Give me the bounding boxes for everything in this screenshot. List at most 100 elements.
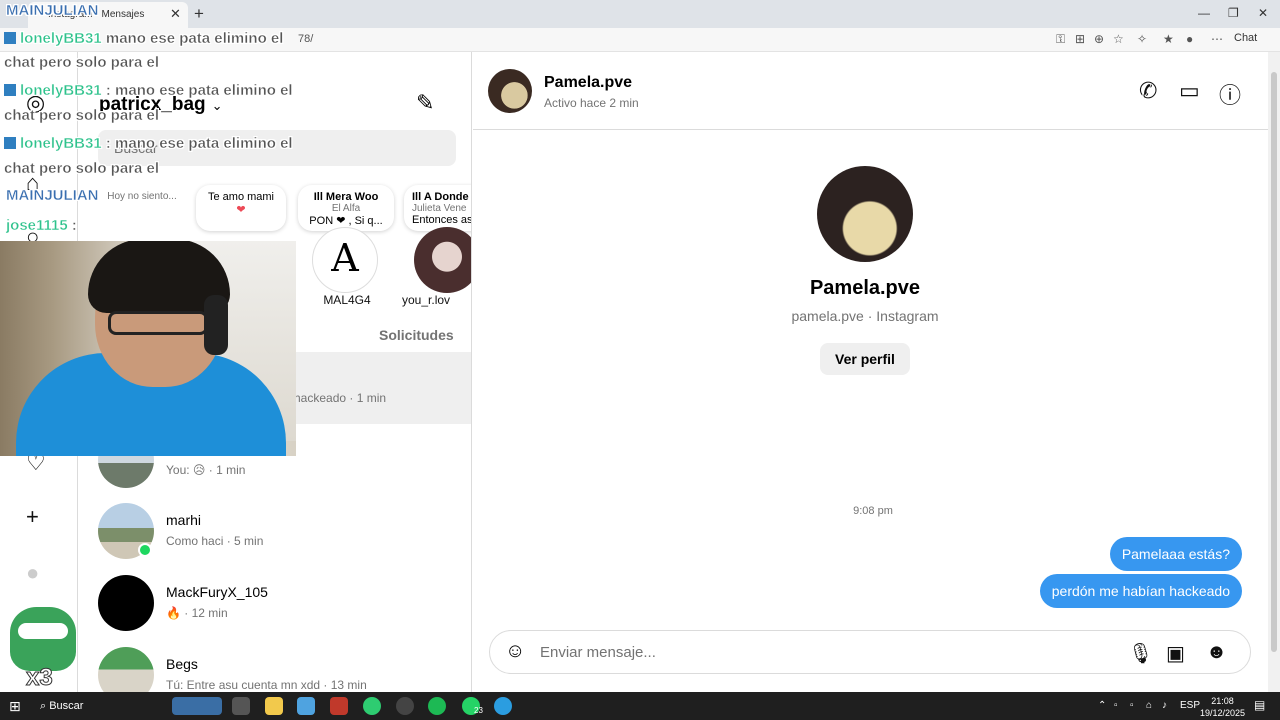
conversation-row[interactable]: marhi Como haci · 5 min xyxy=(98,503,458,567)
language-indicator[interactable]: ESP xyxy=(1180,700,1200,711)
message-timestamp: 9:08 pm xyxy=(853,505,893,517)
close-window-icon[interactable]: ✕ xyxy=(1258,6,1268,20)
note-emoji: ❤ xyxy=(236,204,246,216)
note-avatar[interactable] xyxy=(414,227,471,293)
extensions-icon[interactable]: ✧ xyxy=(1137,32,1147,46)
chevron-down-icon: ⌄ xyxy=(211,98,223,113)
apps-icon[interactable]: ⊞ xyxy=(1075,32,1085,46)
conversation-row[interactable]: Begs Tú: Entre asu cuenta mn xdd · 13 mi… xyxy=(98,647,458,692)
note-text: PON ❤ , Si q... xyxy=(309,215,383,227)
stream-chat-message: : mano ese pata elimino el xyxy=(101,135,293,152)
profile-handle: pamela.pve · Instagram xyxy=(791,308,939,324)
conversation-name: marhi xyxy=(166,512,202,528)
view-profile-button[interactable]: Ver perfil xyxy=(820,343,910,375)
sent-message[interactable]: perdón me habían hackeado xyxy=(1039,574,1242,608)
clock[interactable]: 21:08 19/12/2025 xyxy=(1200,695,1245,719)
copilot-chat-button[interactable]: Chat xyxy=(1234,32,1257,44)
url-field[interactable]: 78/ xyxy=(298,33,313,45)
conversation-row[interactable]: MackFuryX_105 🔥 · 12 min xyxy=(98,575,458,639)
scrollbar-thumb[interactable] xyxy=(1271,72,1277,652)
browser-profile-icon[interactable]: ● xyxy=(1186,32,1193,46)
create-icon[interactable]: + xyxy=(26,504,39,530)
note-text: Hoy no siento... xyxy=(107,191,177,202)
chrome-icon[interactable] xyxy=(363,697,381,715)
note-bubble[interactable]: Te amo mami ❤ xyxy=(196,185,286,231)
whatsapp-badge: 23 xyxy=(474,706,483,715)
note-bubble[interactable]: Hoy no siento... xyxy=(98,185,186,231)
conversation-preview: Como haci · 5 min xyxy=(166,534,264,548)
tab-requests[interactable]: Solicitudes xyxy=(379,327,454,343)
stream-chat-line: jose1115 : xyxy=(6,217,77,234)
minimize-icon[interactable]: — xyxy=(1198,6,1210,20)
profile-icon[interactable]: ● xyxy=(26,560,39,586)
zoom-icon[interactable]: ⊕ xyxy=(1094,32,1104,46)
conversation-preview: Tú: Entre asu cuenta mn xdd · 13 min xyxy=(166,678,367,692)
conversation-preview: 🔥 · 12 min xyxy=(166,606,228,620)
contact-name[interactable]: Pamela.pve xyxy=(544,74,632,92)
sticker-icon[interactable]: ☻ xyxy=(1206,641,1227,664)
clock-date: 19/12/2025 xyxy=(1200,708,1246,718)
stream-chat-message: chat pero solo para el xyxy=(4,107,160,124)
close-tab-icon[interactable]: ✕ xyxy=(170,6,181,22)
microphone-icon[interactable]: 🎙 xyxy=(1128,641,1153,666)
conversation-name: Begs xyxy=(166,656,198,672)
note-text: Entonces así xyxy=(412,214,472,226)
stream-chat-message: mano ese pata elimino el xyxy=(101,30,284,47)
avatar xyxy=(98,575,154,631)
phone-icon[interactable]: ✆ xyxy=(1139,78,1157,104)
volume-icon[interactable]: ♪ xyxy=(1162,700,1167,711)
favorites-bar-icon[interactable]: ★ xyxy=(1163,32,1174,46)
online-indicator xyxy=(138,543,152,557)
pepe-emote-icon xyxy=(10,607,76,671)
video-call-icon[interactable]: ▭ xyxy=(1179,78,1200,104)
note-bubble[interactable]: Ill A Donde Julieta Vene Entonces así xyxy=(404,185,472,231)
more-icon[interactable]: ⋯ xyxy=(1211,32,1223,46)
taskbar-search[interactable]: ⌕ Buscar xyxy=(40,700,83,713)
file-explorer-icon[interactable] xyxy=(265,697,283,715)
note-text: Te amo mami xyxy=(207,191,275,203)
note-avatar[interactable]: A xyxy=(312,227,378,293)
taskbar-search-label: Buscar xyxy=(49,700,84,712)
favorite-icon[interactable]: ☆ xyxy=(1113,32,1124,46)
message-input[interactable]: Enviar mensaje... xyxy=(540,644,656,661)
note-song-title: Ill Mera Woo xyxy=(313,191,379,203)
webcam-headset xyxy=(204,295,228,355)
restore-icon[interactable]: ❐ xyxy=(1228,6,1239,20)
app-icon[interactable] xyxy=(297,697,315,715)
contact-avatar[interactable] xyxy=(488,69,532,113)
tray-icon[interactable]: ▫ xyxy=(1130,700,1134,711)
new-tab-icon[interactable]: + xyxy=(194,4,204,24)
spotify-icon[interactable] xyxy=(428,697,446,715)
app-icon[interactable] xyxy=(330,697,348,715)
weather-widget-icon[interactable] xyxy=(172,697,222,715)
tray-icon[interactable]: ▫ xyxy=(1114,700,1118,711)
obs-icon[interactable] xyxy=(396,697,414,715)
note-username[interactable]: you_r.lov xyxy=(402,293,471,307)
note-bubble[interactable]: Ill Mera Woo El Alfa PON ❤ , Si q... xyxy=(298,185,394,231)
sent-message[interactable]: Pamelaaa estás? xyxy=(1109,537,1242,571)
task-view-icon[interactable] xyxy=(232,697,250,715)
tray-chevron-icon[interactable]: ⌃ xyxy=(1098,700,1106,711)
stream-chat-line: lonelyBB31 : mano ese pata elimino el xyxy=(4,82,293,99)
webcam-glasses xyxy=(108,311,208,335)
edge-icon[interactable] xyxy=(494,697,512,715)
info-icon[interactable]: ⓘ xyxy=(1219,78,1241,110)
stream-chat-line: lonelyBB31 : mano ese pata elimino el xyxy=(4,135,293,152)
page-scrollbar[interactable] xyxy=(1268,52,1280,692)
notifications-icon[interactable]: ▤ xyxy=(1254,698,1265,712)
message-composer[interactable]: ☺ Enviar mensaje... 🎙 ▣ ☻ xyxy=(489,630,1251,674)
windows-taskbar: ⊞ ⌕ Buscar 23 ⌃ ▫ ▫ ⌂ ♪ ESP 21:08 19/12/… xyxy=(0,692,1280,720)
image-icon[interactable]: ▣ xyxy=(1166,641,1185,666)
profile-avatar[interactable] xyxy=(817,166,913,262)
key-icon[interactable]: ⚿ xyxy=(1056,32,1065,47)
stream-chat-user: lonelyBB31 xyxy=(20,30,102,47)
network-icon[interactable]: ⌂ xyxy=(1146,700,1152,711)
stream-chat-line: lonelyBB31 mano ese pata elimino el xyxy=(4,30,284,47)
emoji-icon[interactable]: ☺ xyxy=(505,640,525,663)
compose-icon[interactable]: ✎ xyxy=(416,90,434,116)
clock-time: 21:08 xyxy=(1211,696,1234,706)
chat-panel: Pamela.pve Activo hace 2 min ✆ ▭ ⓘ Pamel… xyxy=(473,52,1268,692)
note-username[interactable]: MAL4G4 xyxy=(302,293,392,307)
stream-chat-message: : xyxy=(67,217,77,234)
windows-start-icon[interactable]: ⊞ xyxy=(9,698,21,715)
